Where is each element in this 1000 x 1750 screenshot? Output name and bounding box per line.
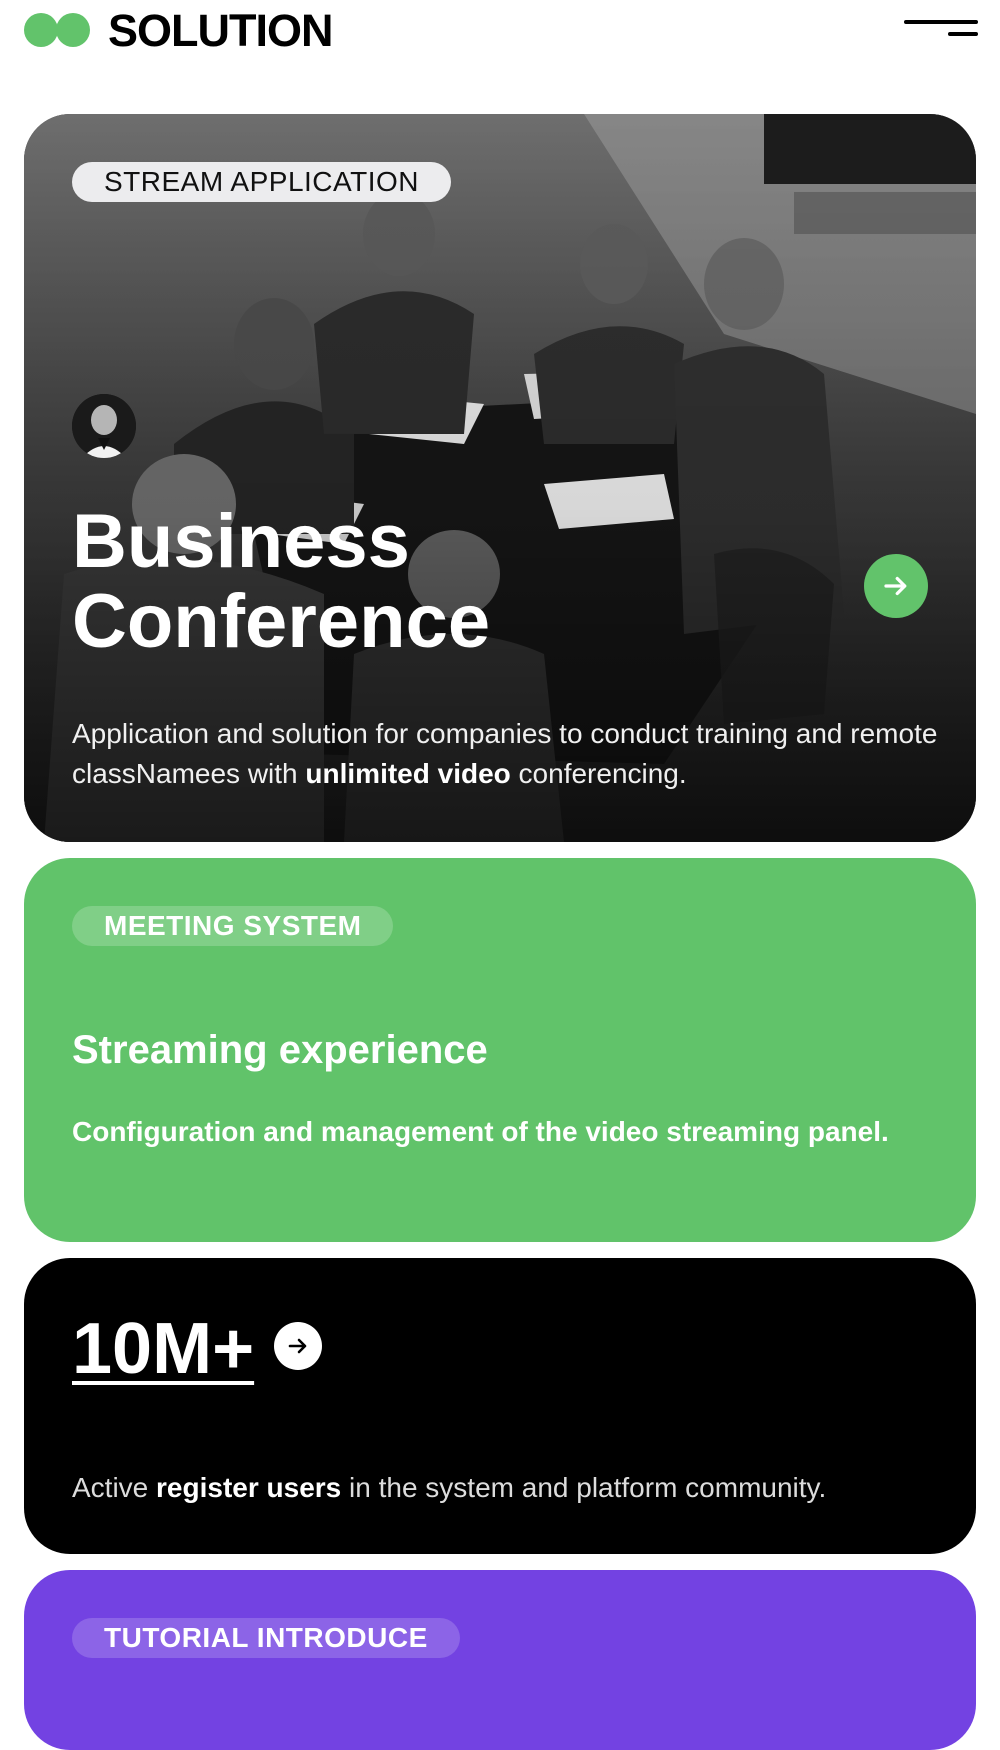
tag-meeting-system: MEETING SYSTEM xyxy=(72,906,394,946)
hero-description-text: conferencing. xyxy=(510,758,687,789)
card-description: Configuration and management of the vide… xyxy=(72,1116,889,1147)
business-conference-card[interactable]: STREAM APPLICATION Business Conference A… xyxy=(24,114,976,842)
menu-line xyxy=(948,32,978,36)
avatar[interactable] xyxy=(72,394,136,458)
hero-title: Business Conference xyxy=(72,502,832,662)
hamburger-menu-icon[interactable] xyxy=(904,18,978,40)
site-header: SOLUTION xyxy=(0,0,1000,70)
arrow-right-icon[interactable] xyxy=(274,1322,322,1370)
tag-tutorial-introduce: TUTORIAL INTRODUCE xyxy=(72,1618,460,1658)
stat-value-link[interactable]: 10M+ xyxy=(72,1308,254,1390)
stat-description-text: in the system and platform community. xyxy=(341,1472,827,1503)
meeting-system-card[interactable]: MEETING SYSTEM Streaming experience Conf… xyxy=(24,858,976,1242)
hero-description-highlight: unlimited video xyxy=(305,758,511,789)
tag-stream-application: STREAM APPLICATION xyxy=(72,162,451,202)
arrow-right-icon[interactable] xyxy=(864,554,928,618)
tutorial-card[interactable]: TUTORIAL INTRODUCE xyxy=(24,1570,976,1750)
stats-card: 10M+ Active register users in the system… xyxy=(24,1258,976,1554)
stat-description-highlight: register users xyxy=(156,1472,342,1503)
logo-dot-icon xyxy=(24,13,58,47)
logo-dot-icon xyxy=(56,13,90,47)
stat-description-text: Active xyxy=(72,1472,157,1503)
menu-line xyxy=(904,20,978,24)
hero-title-line: Conference xyxy=(72,579,491,664)
stat-description: Active register users in the system and … xyxy=(72,1468,952,1508)
hero-description: Application and solution for companies t… xyxy=(72,714,952,794)
hero-title-line: Business xyxy=(72,499,410,584)
card-title: Streaming experience xyxy=(72,1028,488,1072)
logo[interactable]: SOLUTION xyxy=(24,6,333,54)
brand-name: SOLUTION xyxy=(108,4,333,56)
